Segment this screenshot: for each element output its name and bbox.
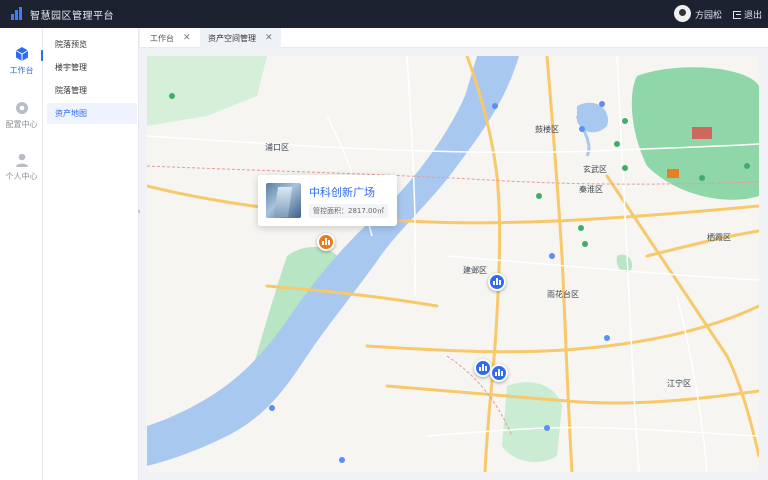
cube-icon [14, 46, 30, 62]
rail-item-label: 个人中心 [5, 172, 38, 181]
close-icon[interactable]: ✕ [265, 33, 273, 43]
tab-asset-space-management[interactable]: 资产空间管理 ✕ [200, 28, 281, 48]
rail-item-workbench[interactable]: 工作台 [0, 46, 43, 76]
map-label-yuhuatai: 雨花台区 [547, 290, 579, 299]
asset-popup-card[interactable]: 中科创新广场 管控面积：2817.00㎡ [258, 175, 397, 226]
submenu-item-yard-management[interactable]: 院落管理 [47, 80, 137, 101]
asset-marker-orange[interactable] [317, 233, 335, 251]
logout-label: 退出 [744, 11, 763, 21]
asset-marker-blue[interactable] [488, 273, 506, 291]
tab-workbench[interactable]: 工作台 ✕ [142, 28, 199, 48]
collapse-chevron-left-icon[interactable]: ‹ [135, 205, 143, 219]
map-label-xuanwu: 玄武区 [583, 165, 607, 174]
gear-icon [14, 100, 30, 116]
close-icon[interactable]: ✕ [183, 33, 191, 43]
left-rail: 工作台 配置中心 个人中心 [0, 28, 44, 480]
rail-item-config[interactable]: 配置中心 [0, 100, 43, 130]
user-icon [14, 152, 30, 168]
logout-button[interactable]: 退出 [733, 8, 762, 21]
logo-bars-icon [11, 7, 23, 20]
user-name[interactable]: 方园松 [695, 8, 722, 21]
tab-label: 资产空间管理 [208, 33, 256, 43]
map-label-qinhuai: 秦淮区 [579, 185, 603, 194]
submenu-item-building-management[interactable]: 楼宇管理 [47, 57, 137, 78]
asset-map[interactable]: 浦口区 建邺区 秦淮区 玄武区 雨花台区 江宁区 鼓楼区 栖霞区 [147, 56, 759, 472]
top-bar: 智慧园区管理平台 方园松 退出 [0, 0, 768, 28]
tab-bar: 工作台 ✕ 资产空间管理 ✕ [140, 28, 768, 48]
map-label-jiangning: 江宁区 [667, 379, 691, 388]
app-title: 智慧园区管理平台 [30, 11, 114, 22]
rail-item-profile[interactable]: 个人中心 [0, 152, 43, 182]
rail-item-label: 配置中心 [5, 120, 38, 129]
map-base [147, 56, 759, 472]
map-label-jianye: 建邺区 [463, 266, 487, 275]
popup-title[interactable]: 中科创新广场 [309, 184, 375, 200]
avatar[interactable] [674, 5, 691, 22]
logout-icon [733, 10, 741, 19]
popup-area-label: 管控面积：2817.00㎡ [309, 204, 388, 218]
map-label-gulou: 鼓楼区 [535, 125, 559, 134]
asset-marker-blue[interactable] [490, 364, 508, 382]
tab-label: 工作台 [150, 33, 174, 43]
submenu-item-yard-preview[interactable]: 院落预览 [47, 34, 137, 55]
sub-menu: 院落预览 楼宇管理 院落管理 资产地图 [43, 28, 139, 480]
map-label-qixia: 栖霞区 [707, 233, 731, 242]
rail-item-label: 工作台 [9, 66, 34, 75]
building-thumbnail [266, 183, 301, 218]
submenu-item-asset-map[interactable]: 资产地图 [47, 103, 137, 124]
map-label-pukou: 浦口区 [265, 143, 289, 152]
